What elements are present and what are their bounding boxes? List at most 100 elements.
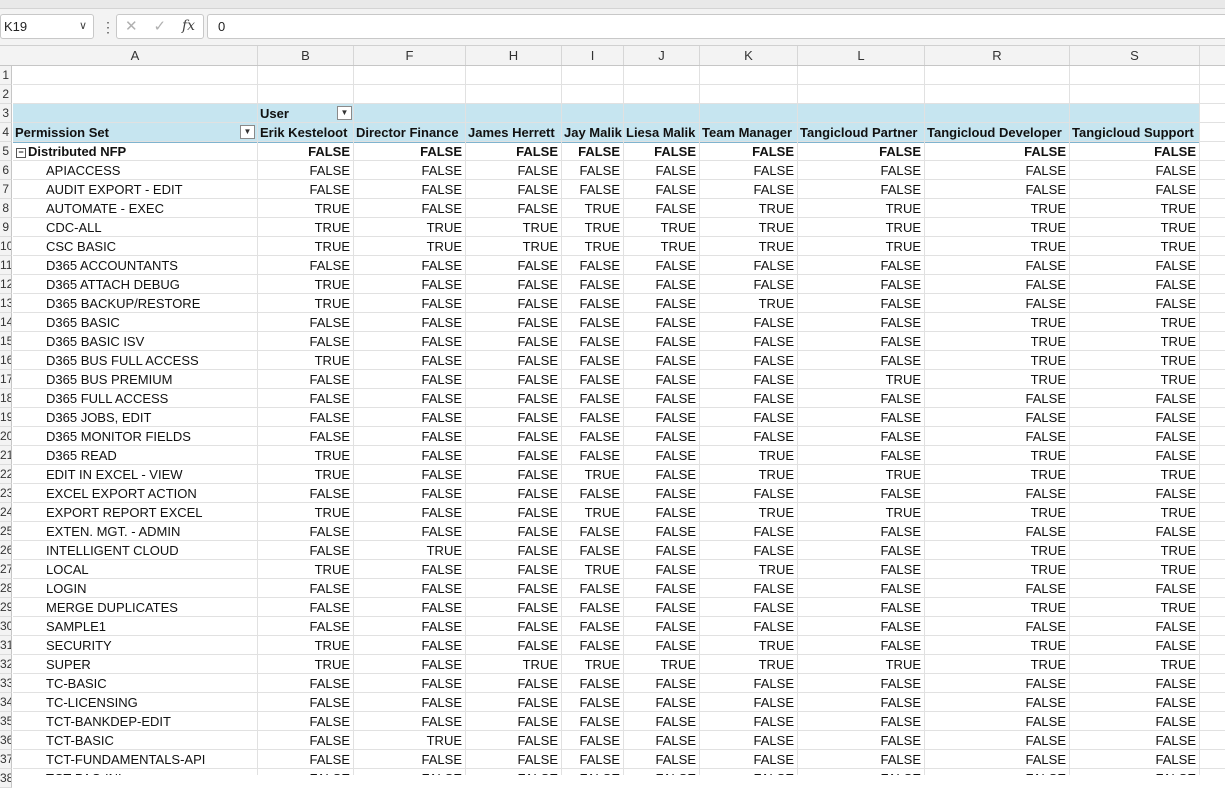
value-cell[interactable]: FALSE — [466, 389, 558, 408]
value-cell[interactable]: TRUE — [798, 465, 921, 484]
collapse-icon[interactable]: − — [16, 148, 26, 158]
value-cell[interactable]: FALSE — [354, 712, 462, 731]
value-cell[interactable]: TRUE — [1070, 313, 1196, 332]
value-cell[interactable]: FALSE — [562, 256, 620, 275]
value-cell[interactable]: FALSE — [624, 275, 696, 294]
column-header[interactable]: F — [354, 46, 466, 65]
value-cell[interactable]: FALSE — [466, 256, 558, 275]
value-cell[interactable]: TRUE — [624, 655, 696, 674]
value-cell[interactable]: FALSE — [466, 598, 558, 617]
value-cell[interactable]: FALSE — [562, 769, 620, 775]
value-cell[interactable]: FALSE — [1070, 408, 1196, 427]
value-cell[interactable]: FALSE — [562, 161, 620, 180]
user-column-header[interactable]: Liesa Malik — [626, 123, 700, 142]
value-cell[interactable]: FALSE — [798, 180, 921, 199]
value-cell[interactable]: FALSE — [624, 294, 696, 313]
value-cell[interactable]: TRUE — [258, 503, 350, 522]
group-value-cell[interactable]: FALSE — [700, 142, 794, 161]
value-cell[interactable]: FALSE — [624, 465, 696, 484]
value-cell[interactable]: FALSE — [1070, 522, 1196, 541]
row-header[interactable]: 3 — [0, 104, 12, 123]
value-cell[interactable]: FALSE — [1070, 275, 1196, 294]
value-cell[interactable]: FALSE — [258, 617, 350, 636]
permission-set-cell[interactable]: D365 MONITOR FIELDS — [46, 427, 251, 446]
value-cell[interactable]: FALSE — [466, 674, 558, 693]
column-header[interactable]: K — [700, 46, 798, 65]
permission-set-cell[interactable]: EXPORT REPORT EXCEL — [46, 503, 251, 522]
permission-set-cell[interactable]: INTELLIGENT CLOUD — [46, 541, 251, 560]
row-header[interactable]: 9 — [0, 218, 12, 237]
value-cell[interactable]: FALSE — [700, 617, 794, 636]
value-cell[interactable]: FALSE — [466, 408, 558, 427]
value-cell[interactable]: FALSE — [354, 446, 462, 465]
value-cell[interactable]: FALSE — [624, 408, 696, 427]
value-cell[interactable]: TRUE — [700, 446, 794, 465]
value-cell[interactable]: FALSE — [258, 313, 350, 332]
value-cell[interactable]: FALSE — [700, 598, 794, 617]
value-cell[interactable]: FALSE — [624, 617, 696, 636]
group-value-cell[interactable]: FALSE — [354, 142, 462, 161]
value-cell[interactable]: FALSE — [798, 731, 921, 750]
value-cell[interactable]: FALSE — [562, 674, 620, 693]
value-cell[interactable]: FALSE — [258, 389, 350, 408]
value-cell[interactable]: FALSE — [798, 408, 921, 427]
value-cell[interactable]: FALSE — [562, 598, 620, 617]
group-value-cell[interactable]: FALSE — [925, 142, 1066, 161]
value-cell[interactable]: FALSE — [562, 484, 620, 503]
value-cell[interactable]: FALSE — [798, 541, 921, 560]
row-header[interactable]: 34 — [0, 693, 12, 712]
value-cell[interactable]: TRUE — [925, 446, 1066, 465]
more-options-icon[interactable]: ⋮ — [101, 17, 115, 37]
value-cell[interactable]: TRUE — [562, 503, 620, 522]
value-cell[interactable]: FALSE — [624, 598, 696, 617]
value-cell[interactable]: FALSE — [624, 484, 696, 503]
value-cell[interactable]: FALSE — [624, 560, 696, 579]
column-header[interactable]: L — [798, 46, 925, 65]
row-header[interactable]: 26 — [0, 541, 12, 560]
permission-set-cell[interactable]: SAMPLE1 — [46, 617, 251, 636]
value-cell[interactable]: FALSE — [700, 522, 794, 541]
value-cell[interactable]: FALSE — [700, 332, 794, 351]
row-header[interactable]: 35 — [0, 712, 12, 731]
value-cell[interactable]: FALSE — [624, 199, 696, 218]
value-cell[interactable]: FALSE — [1070, 674, 1196, 693]
group-value-cell[interactable]: FALSE — [798, 142, 921, 161]
value-cell[interactable]: FALSE — [466, 484, 558, 503]
value-cell[interactable]: FALSE — [798, 598, 921, 617]
value-cell[interactable]: FALSE — [624, 180, 696, 199]
value-cell[interactable]: TRUE — [354, 731, 462, 750]
value-cell[interactable]: FALSE — [466, 332, 558, 351]
row-header[interactable]: 31 — [0, 636, 12, 655]
value-cell[interactable]: FALSE — [700, 370, 794, 389]
value-cell[interactable]: FALSE — [354, 465, 462, 484]
row-header[interactable]: 25 — [0, 522, 12, 541]
value-cell[interactable]: FALSE — [700, 256, 794, 275]
row-header[interactable]: 2 — [0, 85, 12, 104]
value-cell[interactable]: FALSE — [1070, 484, 1196, 503]
value-cell[interactable]: FALSE — [354, 199, 462, 218]
value-cell[interactable]: FALSE — [700, 541, 794, 560]
value-cell[interactable]: FALSE — [354, 389, 462, 408]
value-cell[interactable]: TRUE — [258, 636, 350, 655]
row-header[interactable]: 32 — [0, 655, 12, 674]
value-cell[interactable]: FALSE — [258, 541, 350, 560]
value-cell[interactable]: FALSE — [354, 427, 462, 446]
value-cell[interactable]: FALSE — [258, 769, 350, 775]
value-cell[interactable]: FALSE — [700, 750, 794, 769]
value-cell[interactable]: FALSE — [798, 256, 921, 275]
filter-dropdown-icon[interactable]: ▼ — [240, 125, 255, 139]
value-cell[interactable]: FALSE — [798, 750, 921, 769]
value-cell[interactable]: FALSE — [562, 579, 620, 598]
value-cell[interactable]: FALSE — [1070, 294, 1196, 313]
value-cell[interactable]: TRUE — [624, 218, 696, 237]
value-cell[interactable]: TRUE — [354, 237, 462, 256]
group-value-cell[interactable]: FALSE — [1070, 142, 1196, 161]
value-cell[interactable]: FALSE — [624, 503, 696, 522]
value-cell[interactable]: FALSE — [466, 617, 558, 636]
row-header[interactable]: 36 — [0, 731, 12, 750]
value-cell[interactable]: TRUE — [1070, 351, 1196, 370]
value-cell[interactable]: FALSE — [258, 712, 350, 731]
value-cell[interactable]: FALSE — [354, 161, 462, 180]
value-cell[interactable]: FALSE — [258, 408, 350, 427]
value-cell[interactable]: FALSE — [925, 693, 1066, 712]
